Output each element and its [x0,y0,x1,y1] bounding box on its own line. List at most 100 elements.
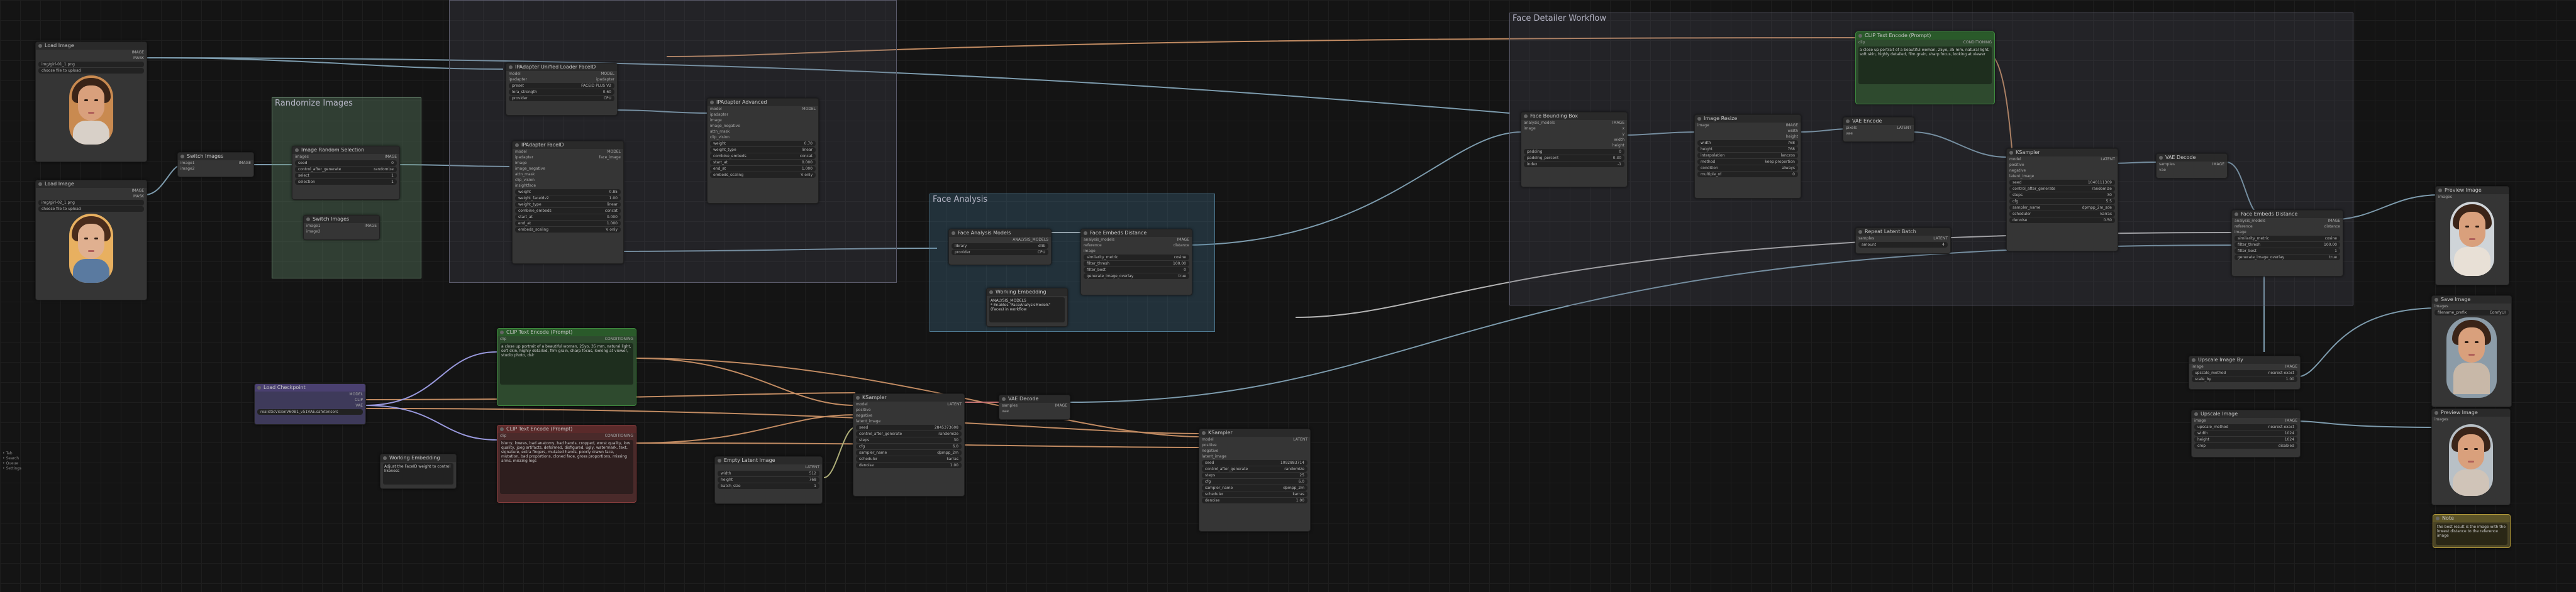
control-after-generate-widget[interactable]: control_after_generate randomize [2009,186,2115,192]
cfg-widget[interactable]: cfg 6.0 [1202,479,1307,485]
input-latent-image[interactable]: latent_image [2009,173,2034,179]
crop-widget[interactable]: crop disabled [2194,443,2297,449]
selection-widget[interactable]: selection 1 [295,179,397,185]
output-image[interactable]: IMAGE [1786,123,1798,128]
input-clip[interactable]: clip [500,336,506,342]
input-image-negative[interactable]: image_negative [515,166,545,172]
vae-decode-node[interactable]: VAE Decode samples IMAGE vae [999,395,1070,420]
input-reference[interactable]: reference [1084,243,1102,248]
image-select[interactable]: img/girl-01_1.png [38,62,144,67]
width-widget[interactable]: width 768 [1697,140,1798,146]
load-checkpoint-node[interactable]: Load Checkpoint MODEL CLIP VAE realistic… [254,383,366,425]
output-image[interactable]: IMAGE [239,160,251,166]
denoise-widget[interactable]: denoise 0.50 [2009,217,2115,223]
ipadapter-faceid-node[interactable]: IPAdapter FaceID model MODEL ipadapter fac… [512,141,624,264]
preview-image-node[interactable]: Preview Image images [2431,408,2511,505]
input-negative[interactable]: negative [2009,168,2026,173]
seed-widget[interactable]: seed 1040111309 [2009,180,2115,185]
note-node[interactable]: Note the best result is the image with t… [2433,514,2511,548]
node-title[interactable]: Upscale Image By [2189,356,2300,364]
weight-widget[interactable]: weight 0.70 [710,141,816,146]
input-model[interactable]: model [509,71,521,77]
padding-widget[interactable]: padding 0 [1524,149,1624,155]
output-image[interactable]: IMAGE [2328,218,2340,224]
upscale-method-widget[interactable]: upscale_method nearest-exact [2194,424,2297,430]
input-reference[interactable]: reference [2235,224,2253,229]
output-distance[interactable]: distance [1174,243,1189,248]
input-images[interactable]: images [295,154,309,160]
cfg-widget[interactable]: cfg 5.5 [2009,199,2115,204]
image-resize-node[interactable]: Image Resize image IMAGE width height wid… [1694,114,1801,199]
node-title[interactable]: Upscale Image [2192,410,2300,418]
note-node[interactable]: Working Embedding ANALYSIS_MODELS * Enab… [986,288,1068,327]
input-ipadapter[interactable]: ipadapter [710,112,728,118]
ksampler-node[interactable]: KSampler model LATENT positive negative l… [853,393,965,496]
input-clip-vision[interactable]: clip_vision [710,134,730,140]
node-title[interactable]: Working Embedding [380,454,456,462]
upload-button[interactable]: choose file to upload [38,68,144,74]
input-samples[interactable]: samples [2159,162,2175,167]
height-widget[interactable]: height 768 [1697,146,1798,152]
control-after-generate-widget[interactable]: control_after_generate randomize [1202,466,1307,472]
repeat-latent-batch-node[interactable]: Repeat Latent Batch samples LATENT amount… [1855,227,1951,254]
filter-thresh-widget[interactable]: filter_thresh 100.00 [1084,261,1189,266]
node-title[interactable]: VAE Encode [1843,118,1914,125]
node-title[interactable]: Load Checkpoint [255,384,365,392]
clip-text-encode-face-node[interactable]: CLIP Text Encode (Prompt) clip CONDITIONI… [1855,31,1995,104]
input-clip[interactable]: clip [1858,40,1865,45]
output-model[interactable]: MODEL [601,71,614,77]
node-title[interactable]: Face Analysis Models [949,229,1051,237]
image-random-selection-node[interactable]: Image Random Selection images IMAGE seed 0… [292,146,400,200]
seed-widget[interactable]: seed 0 [295,160,397,166]
sampler-name-widget[interactable]: sampler_name dpmpp_2m_sde [2009,205,2115,211]
input-analysis-models[interactable]: analysis_models [2235,218,2265,224]
note-node[interactable]: Working Embedding Adjust the FaceID weig… [380,454,457,489]
steps-widget[interactable]: steps 25 [1202,473,1307,478]
input-positive[interactable]: positive [2009,162,2024,168]
output-mask[interactable]: MASK [133,194,144,199]
input-model[interactable]: model [1202,437,1214,442]
save-image-node[interactable]: Save Image images filename_prefix ComfyUI [2431,295,2512,407]
output-latent[interactable]: LATENT [1897,125,1911,131]
output-image[interactable]: IMAGE [1613,120,1624,126]
input-attn-mask[interactable]: attn_mask [515,172,535,177]
node-title[interactable]: IPAdapter Advanced [708,99,818,106]
lora-strength-widget[interactable]: lora_strength 0.60 [509,89,614,95]
node-title[interactable]: Load Image [36,180,147,188]
preview-image-node[interactable]: Preview Image images [2435,186,2509,285]
load-image-node[interactable]: Load Image IMAGE MASK img/girl-02_1.png … [35,180,147,300]
height-widget[interactable]: height 1024 [2194,437,2297,442]
node-title[interactable]: Preview Image [2432,409,2510,417]
filter-thresh-widget[interactable]: filter_thresh 100.00 [2235,242,2340,248]
input-clip[interactable]: clip [500,433,506,439]
output-image[interactable]: IMAGE [2285,364,2297,370]
output-distance[interactable]: distance [2324,224,2340,229]
node-title[interactable]: CLIP Text Encode (Prompt) [1856,32,1994,40]
input-analysis-models[interactable]: analysis_models [1084,237,1114,243]
node-title[interactable]: Load Image [36,42,147,50]
output-clip[interactable]: CLIP [355,397,363,403]
output-width[interactable]: width [1787,128,1798,134]
output-image[interactable]: IMAGE [2285,418,2297,424]
amount-widget[interactable]: amount 4 [1858,242,1948,248]
node-title[interactable]: CLIP Text Encode (Prompt) [497,425,636,433]
filename-prefix-widget[interactable]: filename_prefix ComfyUI [2434,310,2509,315]
width-widget[interactable]: width 1024 [2194,430,2297,436]
output-image[interactable]: IMAGE [1055,403,1067,408]
empty-latent-image-node[interactable]: Empty Latent Image LATENT width 512 heigh… [714,456,823,504]
node-title[interactable]: Note [2433,515,2510,522]
output-latent[interactable]: LATENT [947,402,962,407]
input-model[interactable]: model [515,149,527,155]
ksampler-node[interactable]: KSampler model LATENT positive negative l… [2006,148,2118,251]
face-bounding-box-node[interactable]: Face Bounding Box analysis_models IMAGE i… [1521,112,1628,187]
input-latent-image[interactable]: latent_image [856,419,880,424]
output-face-image[interactable]: face_image [599,155,621,160]
output-model[interactable]: MODEL [349,392,363,397]
index-widget[interactable]: index -1 [1524,162,1624,167]
sampler-name-widget[interactable]: sampler_name dpmpp_2m [1202,485,1307,491]
node-title[interactable]: Preview Image [2436,187,2509,194]
scheduler-widget[interactable]: scheduler karras [856,456,962,462]
face-embeds-distance-node[interactable]: Face Embeds Distance analysis_models IMAG… [2231,210,2343,277]
node-title[interactable]: VAE Decode [2157,154,2227,162]
seed-widget[interactable]: seed 2845373608 [856,425,962,430]
